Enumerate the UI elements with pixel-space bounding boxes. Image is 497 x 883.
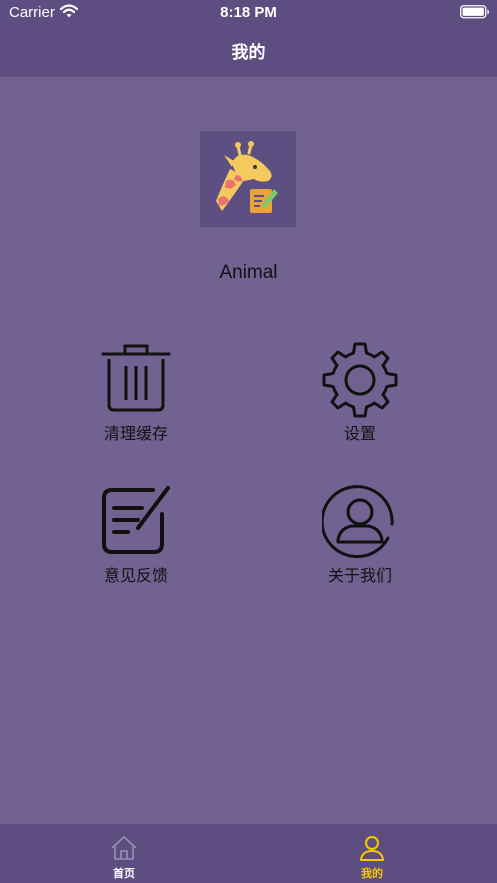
clear-cache-button[interactable]: 清理缓存 [66,342,206,452]
clear-cache-label: 清理缓存 [103,424,168,443]
status-bar: Carrier 8:18 PM [0,0,497,24]
tab-mine[interactable]: 我的 [248,824,496,883]
username: Animal [219,262,278,283]
avatar[interactable] [200,131,296,227]
feedback-edit-icon [102,486,170,554]
tab-home[interactable]: 首页 [0,824,248,883]
trash-icon [101,344,171,412]
about-us-button[interactable]: 关于我们 [290,484,430,594]
about-us-label: 关于我们 [327,566,392,585]
tab-bar: 首页 我的 [0,824,497,883]
settings-label: 设置 [343,424,376,443]
gear-icon [322,342,398,418]
feedback-button[interactable]: 意见反馈 [66,484,206,594]
person-icon [360,836,384,861]
feedback-label: 意见反馈 [103,566,168,585]
home-icon [111,836,137,860]
tab-home-label: 首页 [113,867,135,880]
settings-button[interactable]: 设置 [290,342,430,452]
clock-label: 8:18 PM [220,4,277,21]
giraffe-notepad-icon [216,141,278,213]
tab-mine-label: 我的 [361,867,383,880]
page-title: 我的 [231,43,266,63]
battery-icon [460,5,490,23]
user-circle-icon [322,485,394,559]
navigation-bar: Carrier 8:18 PM 我的 [0,0,497,77]
